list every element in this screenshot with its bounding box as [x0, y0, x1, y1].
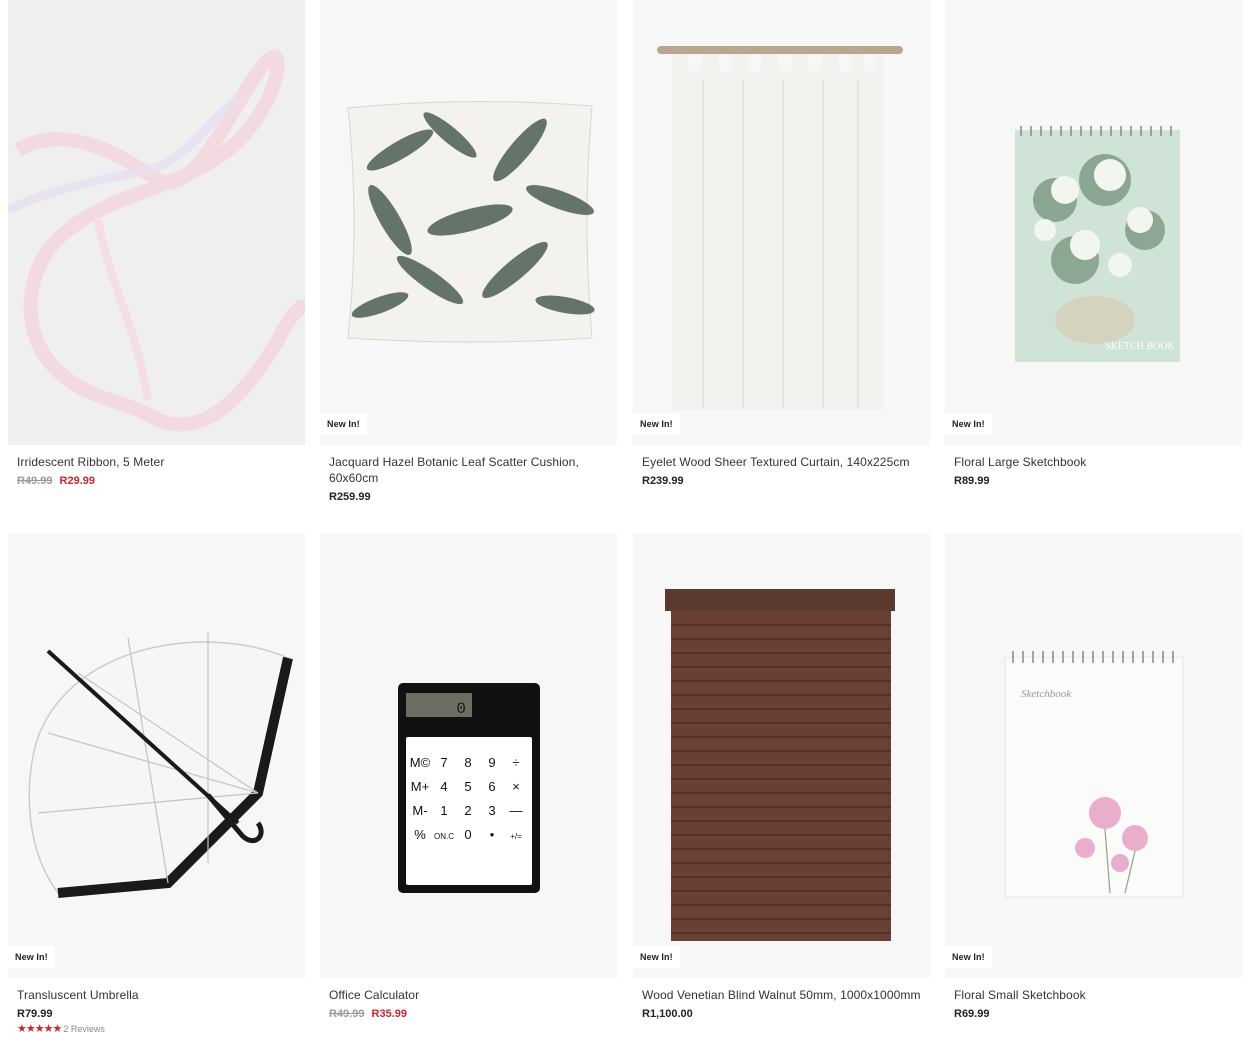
new-in-badge: New In!	[8, 946, 55, 968]
product-name[interactable]: Irridescent Ribbon, 5 Meter	[17, 454, 296, 470]
cushion-image	[347, 100, 595, 343]
product-image[interactable]	[8, 0, 305, 445]
calculator-display: 0	[456, 700, 466, 718]
price: R1,100.00	[642, 1008, 693, 1020]
product-price: R239.99	[642, 474, 921, 488]
product-image[interactable]: SKETCH BOOK New In!	[945, 0, 1242, 445]
product-image[interactable]: New In!	[320, 0, 617, 445]
product-name[interactable]: Floral Small Sketchbook	[954, 987, 1233, 1003]
calculator-key: +/=	[510, 832, 522, 841]
calculator-key: 9	[488, 755, 495, 770]
product-price: R79.99	[17, 1007, 296, 1021]
product-image[interactable]: Sketchbook New In!	[945, 533, 1242, 978]
product-name[interactable]: Wood Venetian Blind Walnut 50mm, 1000x10…	[642, 987, 921, 1003]
calculator-key: %	[414, 827, 426, 842]
calculator-key: ON.C	[434, 832, 454, 841]
cover-text: Sketchbook	[1021, 688, 1072, 700]
calculator-key: 3	[488, 803, 495, 818]
large-sketchbook-image: SKETCH BOOK	[1015, 126, 1180, 362]
product-image[interactable]: 0 M© 7 8 9 ÷ M+ 4 5 6 × M- 1 2 3 —% ON.C 0 • +/=	[320, 533, 617, 978]
product-price: R49.99 R35.99	[329, 1007, 608, 1021]
product-name[interactable]: Transluscent Umbrella	[17, 987, 296, 1003]
calculator-key: 4	[440, 779, 447, 794]
review-count[interactable]: 2 Reviews	[63, 1024, 105, 1034]
product-name[interactable]: Eyelet Wood Sheer Textured Curtain, 140x…	[642, 454, 921, 470]
curtain-image	[657, 46, 903, 410]
calculator-key: 1	[440, 803, 447, 818]
product-card[interactable]: New In! Transluscent Umbrella R79.99 ★★★…	[8, 533, 305, 1035]
was-price: R49.99	[17, 475, 53, 487]
rating[interactable]: ★★★★★ 2 Reviews	[17, 1023, 296, 1035]
product-image[interactable]: New In!	[633, 533, 930, 978]
star-rating-icon: ★★★★★	[17, 1023, 62, 1035]
calculator-image: 0 M© 7 8 9 ÷ M+ 4 5 6 × M- 1 2 3 —% ON.C 0 • +/=	[398, 683, 540, 893]
sale-price: R35.99	[371, 1008, 408, 1020]
product-name[interactable]: Office Calculator	[329, 987, 608, 1003]
calculator-key: M-	[412, 803, 427, 818]
calculator-key: —	[510, 803, 523, 818]
product-grid: Irridescent Ribbon, 5 Meter R49.99 R29.9…	[0, 0, 1250, 1052]
calculator-key: ×	[512, 779, 520, 794]
price: R89.99	[954, 475, 990, 487]
new-in-badge: New In!	[945, 946, 992, 968]
product-card[interactable]: SKETCH BOOK New In! Floral Large Sketchb…	[945, 0, 1242, 488]
calculator-key: 5	[464, 779, 471, 794]
product-price: R69.99	[954, 1007, 1233, 1021]
product-price: R1,100.00	[642, 1007, 921, 1021]
product-card[interactable]: New In! Wood Venetian Blind Walnut 50mm,…	[633, 533, 930, 1021]
new-in-badge: New In!	[633, 413, 680, 435]
product-price: R89.99	[954, 474, 1233, 488]
new-in-badge: New In!	[633, 946, 680, 968]
price: R69.99	[954, 1008, 990, 1020]
product-card[interactable]: Sketchbook New In! Floral Small Sketchbo…	[945, 533, 1242, 1021]
product-card[interactable]: 0 M© 7 8 9 ÷ M+ 4 5 6 × M- 1 2 3 —% ON.C 0 • +/= Office Ca…	[320, 533, 617, 1021]
new-in-badge: New In!	[320, 413, 367, 435]
product-image[interactable]: New In!	[633, 0, 930, 445]
calculator-key: 0	[464, 827, 471, 842]
price: R259.99	[329, 491, 371, 503]
product-image[interactable]: New In!	[8, 533, 305, 978]
product-card[interactable]: New In! Eyelet Wood Sheer Textured Curta…	[633, 0, 930, 488]
product-name[interactable]: Floral Large Sketchbook	[954, 454, 1233, 470]
product-price: R259.99	[329, 490, 608, 504]
calculator-key: M©	[410, 755, 431, 770]
new-in-badge: New In!	[945, 413, 992, 435]
price: R239.99	[642, 475, 684, 487]
calculator-key: 8	[464, 755, 471, 770]
wood-blind-image	[665, 589, 895, 941]
was-price: R49.99	[329, 1008, 365, 1020]
product-card[interactable]: Irridescent Ribbon, 5 Meter R49.99 R29.9…	[8, 0, 305, 488]
calculator-key: 6	[488, 779, 495, 794]
sale-price: R29.99	[59, 475, 96, 487]
calculator-key: 7	[440, 755, 447, 770]
product-card[interactable]: New In! Jacquard Hazel Botanic Leaf Scat…	[320, 0, 617, 504]
calculator-key: M+	[411, 779, 429, 794]
cover-text: SKETCH BOOK	[1105, 341, 1176, 352]
ribbon-image	[8, 0, 305, 445]
calculator-key: ÷	[512, 755, 519, 770]
price: R79.99	[17, 1008, 53, 1020]
calculator-key: •	[490, 827, 495, 842]
product-price: R49.99 R29.99	[17, 474, 296, 488]
product-name[interactable]: Jacquard Hazel Botanic Leaf Scatter Cush…	[329, 454, 608, 486]
small-sketchbook-image: Sketchbook	[1004, 651, 1184, 898]
umbrella-image	[28, 633, 293, 898]
calculator-key: 2	[464, 803, 471, 818]
